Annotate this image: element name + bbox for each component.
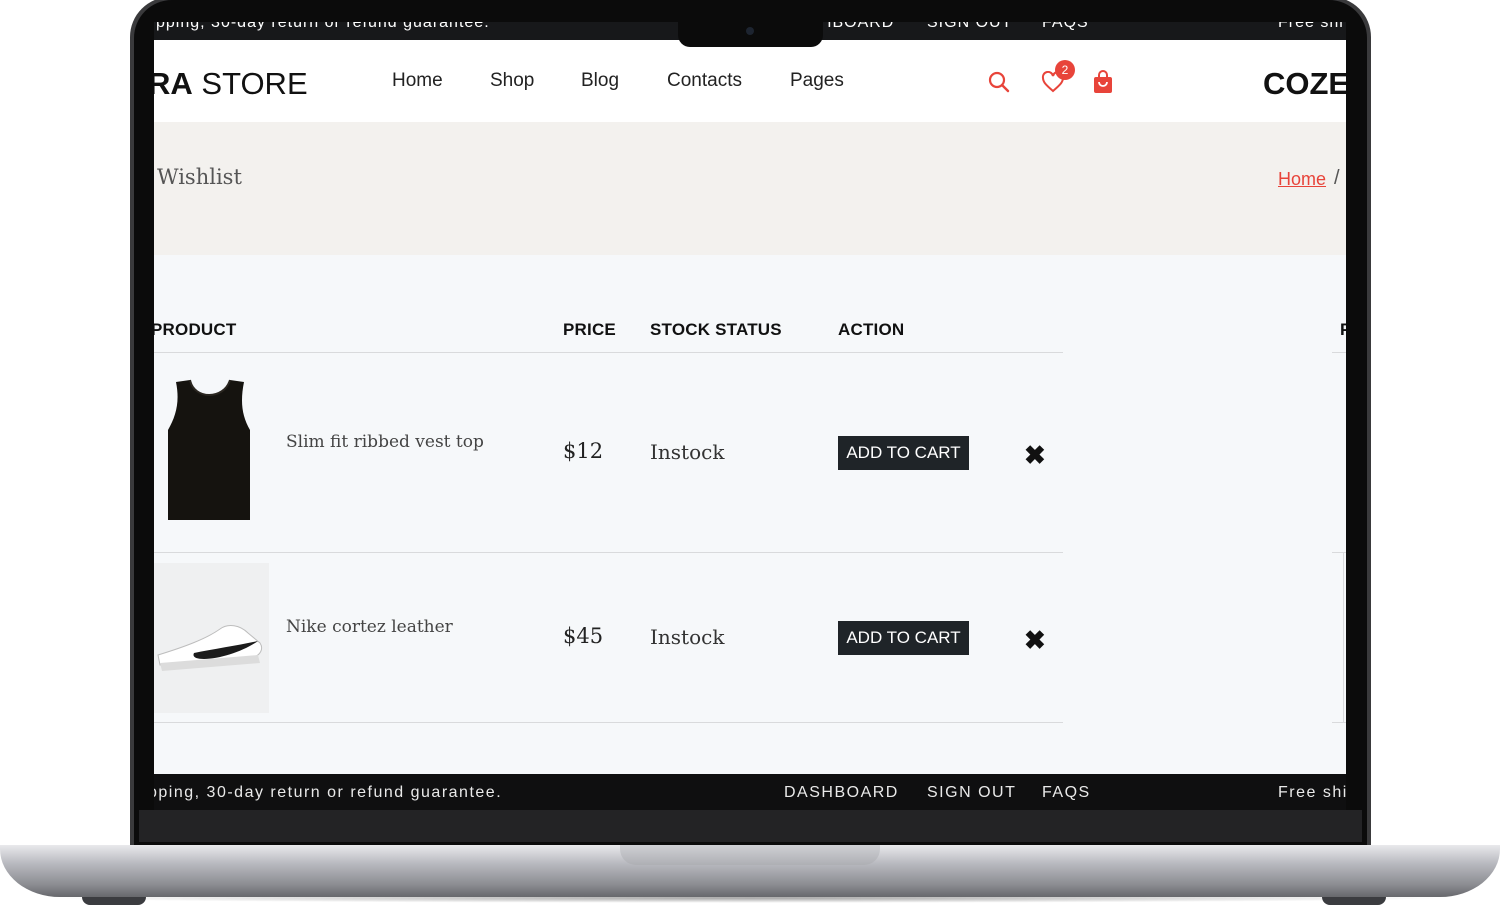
footer-announcement-text: pping, 30-day return or refund guarantee… bbox=[154, 784, 503, 801]
breadcrumb-home-link[interactable]: Home bbox=[1278, 169, 1326, 190]
topbar-link-sign-out[interactable]: SIGN OUT bbox=[927, 22, 1012, 32]
header-action: ACTION bbox=[838, 320, 905, 339]
product-name[interactable]: Nike cortez leather bbox=[286, 617, 453, 637]
stock-status: Instock bbox=[650, 440, 725, 464]
footer-right-text: Free shir bbox=[1278, 784, 1346, 801]
header-product: PRODUCT bbox=[154, 320, 237, 339]
nav-home[interactable]: Home bbox=[392, 70, 443, 92]
topbar-link-faqs[interactable]: FAQS bbox=[1042, 22, 1089, 32]
laptop-foot-left bbox=[82, 897, 146, 905]
breadcrumb-separator: / bbox=[1334, 167, 1340, 189]
row-divider-right bbox=[1332, 722, 1346, 723]
product-image-nike-cortez[interactable] bbox=[154, 563, 269, 713]
nav-pages[interactable]: Pages bbox=[790, 70, 844, 92]
partial-column-border bbox=[1343, 552, 1344, 722]
brand-right[interactable]: COZE bbox=[1263, 66, 1346, 102]
announcement-text: pping, 30-day return or refund guarantee… bbox=[156, 22, 490, 31]
remove-item-icon[interactable]: ✖ bbox=[1024, 625, 1046, 656]
table-header-rule bbox=[154, 352, 1063, 353]
logo-bold: RA bbox=[154, 66, 193, 101]
nav-blog[interactable]: Blog bbox=[581, 70, 619, 92]
screen: pping, 30-day return or refund guarantee… bbox=[154, 22, 1346, 774]
laptop-chin bbox=[139, 810, 1362, 842]
site-header: RA STORE Home Shop Blog Contacts Pages 2… bbox=[154, 40, 1346, 122]
stock-status: Instock bbox=[650, 625, 725, 649]
store-logo[interactable]: RA STORE bbox=[154, 66, 308, 102]
footer-link-dashboard[interactable]: DASHBOARD bbox=[784, 784, 899, 802]
add-to-cart-button[interactable]: ADD TO CART bbox=[838, 436, 969, 470]
nav-shop[interactable]: Shop bbox=[490, 70, 534, 92]
add-to-cart-button[interactable]: ADD TO CART bbox=[838, 621, 969, 655]
row-divider bbox=[154, 552, 1063, 553]
product-name[interactable]: Slim fit ribbed vest top bbox=[286, 432, 484, 452]
product-image-vest-top[interactable] bbox=[154, 372, 268, 524]
header-partial: P bbox=[1340, 320, 1346, 339]
product-price: $12 bbox=[563, 439, 604, 463]
nav-contacts[interactable]: Contacts bbox=[667, 70, 742, 92]
laptop-opening-notch bbox=[620, 845, 880, 865]
laptop-foot-right bbox=[1322, 897, 1386, 905]
product-price: $45 bbox=[563, 624, 604, 648]
page-banner: Wishlist Home / bbox=[154, 122, 1346, 255]
remove-item-icon[interactable]: ✖ bbox=[1024, 440, 1046, 471]
camera-notch bbox=[678, 22, 823, 47]
camera-icon bbox=[746, 27, 754, 35]
header-stock-status: STOCK STATUS bbox=[650, 320, 782, 339]
footer-link-sign-out[interactable]: SIGN OUT bbox=[927, 784, 1016, 802]
header-price: PRICE bbox=[563, 320, 616, 339]
wishlist-count-badge: 2 bbox=[1055, 60, 1075, 80]
footer-announcement-bar: pping, 30-day return or refund guarantee… bbox=[154, 774, 1346, 810]
search-icon[interactable] bbox=[987, 70, 1011, 94]
footer-link-faqs[interactable]: FAQS bbox=[1042, 784, 1091, 802]
row-divider bbox=[154, 722, 1063, 723]
shopping-bag-icon[interactable] bbox=[1092, 70, 1114, 94]
table-header-rule-right bbox=[1332, 352, 1346, 353]
page-title: Wishlist bbox=[157, 165, 242, 189]
announcement-right-text: Free shi bbox=[1278, 22, 1344, 31]
logo-rest: STORE bbox=[192, 66, 308, 101]
